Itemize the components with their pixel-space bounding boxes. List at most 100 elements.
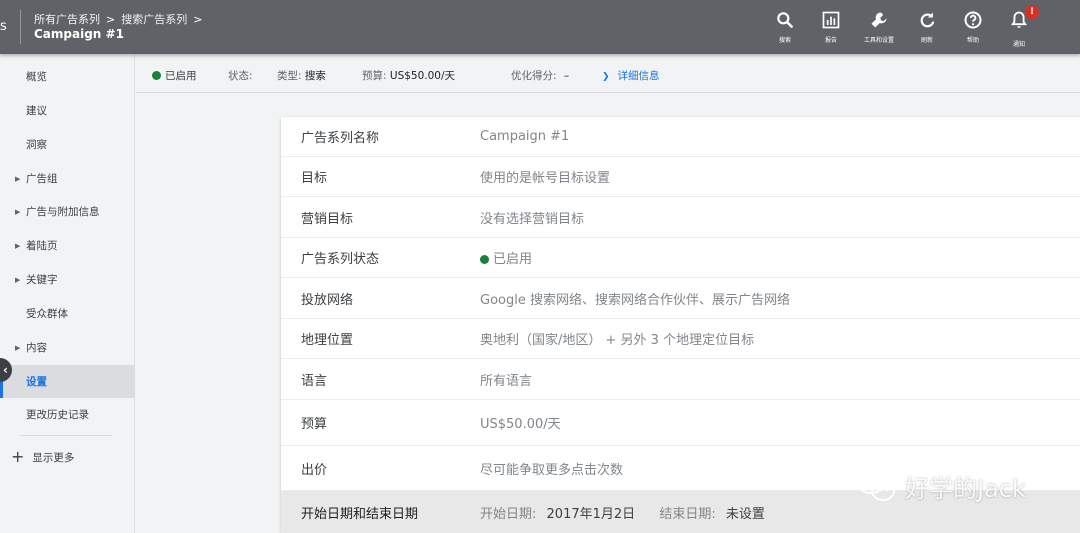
setting-value: Google 搜索网络、搜索网络合作伙伴、展示广告网络: [480, 292, 790, 308]
expand-arrow-icon: ▶: [15, 241, 21, 250]
sidebar-item-label: 建议: [26, 105, 47, 117]
sidebar-item-settings[interactable]: 设置: [0, 365, 135, 398]
sidebar-item-label: 关键字: [26, 274, 58, 286]
optimization-label: 优化得分:: [511, 70, 557, 82]
sidebar-item-ad-groups[interactable]: ▶ 广告组: [0, 162, 135, 195]
show-more-label: 显示更多: [32, 451, 75, 464]
breadcrumb-separator: >: [106, 12, 116, 26]
setting-value: 尽可能争取更多点击次数: [480, 462, 624, 478]
end-date-label: 结束日期:: [659, 506, 716, 522]
watermark-text: 好学的Jack: [905, 474, 1026, 503]
sidebar-item-label: 内容: [26, 342, 47, 354]
show-more-button[interactable]: + 显示更多: [11, 449, 74, 465]
setting-value: Campaign #1: [480, 129, 570, 144]
setting-row-campaign-name[interactable]: 广告系列名称 Campaign #1: [281, 117, 1080, 157]
sidebar-item-landing-pages[interactable]: ▶ 着陆页: [0, 229, 135, 262]
header-tools: 搜索 报告 工具和设置 刷新 帮助 ! 通知: [762, 5, 1042, 48]
setting-value: 使用的是帐号目标设置: [480, 171, 611, 186]
tools-settings-button[interactable]: 工具和设置: [854, 10, 904, 48]
reports-tool-button[interactable]: 报告: [808, 10, 854, 48]
setting-label: 投放网络: [301, 292, 354, 308]
notifications-tool-label: 通知: [1012, 41, 1025, 48]
refresh-tool-button[interactable]: 刷新: [904, 10, 950, 48]
type-info: 类型: 搜索: [277, 68, 326, 83]
sidebar-item-label: 着陆页: [26, 240, 58, 252]
setting-row-campaign-status[interactable]: 广告系列状态 已启用: [281, 238, 1080, 278]
sidebar-item-label: 受众群体: [26, 308, 68, 320]
budget-value: US$50.00/天: [389, 70, 456, 82]
sidebar-item-change-history[interactable]: 更改历史记录: [0, 398, 135, 431]
setting-row-networks[interactable]: 投放网络 Google 搜索网络、搜索网络合作伙伴、展示广告网络: [281, 278, 1080, 319]
plus-icon: +: [11, 447, 25, 466]
help-icon: [964, 11, 982, 29]
top-header: s 所有广告系列 > 搜索广告系列 > Campaign #1 搜索 报告 工具…: [0, 0, 1080, 54]
sidebar-item-label: 概览: [26, 71, 47, 83]
expand-arrow-icon: ▶: [15, 207, 21, 216]
details-link[interactable]: ❯ 详细信息: [602, 68, 660, 83]
refresh-icon: [920, 12, 935, 28]
enabled-dot-icon: [480, 255, 489, 264]
sidebar-item-label: 广告与附加信息: [26, 206, 100, 218]
sidebar-item-insights[interactable]: 洞察: [0, 128, 135, 161]
campaign-status-bar: 已启用 状态: 类型: 搜索 预算: US$50.00/天 优化得分: – ❯ 详…: [136, 54, 1080, 93]
sidebar-item-keywords[interactable]: ▶ 关键字: [0, 263, 135, 296]
setting-value: 没有选择营销目标: [480, 211, 585, 227]
sidebar-item-recommendations[interactable]: 建议: [0, 94, 135, 127]
setting-value-status: 已启用: [480, 248, 532, 267]
help-tool-label: 帮助: [966, 37, 979, 44]
enabled-text: 已启用: [165, 70, 197, 82]
setting-value: US$50.00/天: [480, 417, 561, 432]
search-tool-button[interactable]: 搜索: [762, 10, 808, 48]
sidebar: 概览 建议 洞察 ▶ 广告组 ▶ 广告与附加信息 ▶ 着陆页 ▶ 关键字 受众群…: [0, 54, 135, 533]
setting-row-marketing-objective[interactable]: 营销目标 没有选择营销目标: [281, 197, 1080, 238]
setting-label: 出价: [301, 462, 328, 478]
setting-label: 广告系列名称: [301, 131, 380, 146]
setting-value: 已启用: [493, 252, 533, 267]
breadcrumb-all-campaigns[interactable]: 所有广告系列: [34, 11, 100, 27]
setting-row-languages[interactable]: 语言 所有语言: [281, 359, 1080, 400]
expand-arrow-icon: ▶: [15, 343, 21, 352]
setting-value: 奥地利（国家/地区） + 另外 3 个地理定位目标: [480, 333, 755, 348]
setting-row-goals[interactable]: 目标 使用的是帐号目标设置: [281, 157, 1080, 197]
budget-label: 预算:: [362, 70, 387, 82]
refresh-tool-label: 刷新: [920, 37, 933, 44]
wrench-icon: [871, 12, 887, 28]
reports-tool-label: 报告: [824, 37, 837, 44]
help-tool-button[interactable]: 帮助: [950, 10, 996, 48]
header-divider: [20, 10, 21, 44]
wechat-logo-icon: [856, 470, 895, 501]
sidebar-item-audiences[interactable]: 受众群体: [0, 297, 135, 330]
sidebar-item-label: 洞察: [26, 139, 47, 151]
sidebar-item-content[interactable]: ▶ 内容: [0, 331, 135, 364]
tools-settings-label: 工具和设置: [863, 37, 894, 44]
search-tool-label: 搜索: [778, 37, 791, 44]
setting-row-budget[interactable]: 预算 US$50.00/天: [281, 400, 1080, 446]
type-value: 搜索: [304, 70, 326, 82]
breadcrumb-separator: >: [193, 12, 203, 26]
notifications-icon-wrap: !: [1009, 5, 1039, 34]
breadcrumb: 所有广告系列 > 搜索广告系列 >: [34, 11, 204, 27]
setting-label: 营销目标: [301, 211, 354, 227]
chevron-left-icon: ‹: [3, 363, 8, 377]
type-label: 类型:: [277, 70, 302, 82]
optimization-info: 优化得分: –: [511, 68, 569, 83]
notifications-tool-button[interactable]: ! 通知: [996, 5, 1042, 48]
enabled-dot-icon: [152, 71, 161, 80]
setting-value: 所有语言: [480, 373, 533, 389]
campaign-title[interactable]: Campaign #1: [34, 27, 124, 41]
sidebar-item-label: 更改历史记录: [26, 409, 89, 421]
breadcrumb-search-campaigns[interactable]: 搜索广告系列: [121, 11, 187, 27]
setting-label: 语言: [301, 373, 328, 389]
setting-row-locations[interactable]: 地理位置 奥地利（国家/地区） + 另外 3 个地理定位目标: [281, 319, 1080, 359]
sidebar-item-ads-extensions[interactable]: ▶ 广告与附加信息: [0, 195, 135, 228]
campaign-enabled-status[interactable]: 已启用: [152, 68, 197, 83]
reports-icon: [822, 11, 840, 29]
setting-label: 开始日期和结束日期: [301, 506, 419, 522]
watermark: 好学的Jack: [855, 468, 1026, 504]
sidebar-item-label: 广告组: [26, 173, 58, 185]
sidebar-divider: [20, 435, 112, 436]
chevron-down-icon: ❯: [602, 72, 610, 82]
sidebar-item-overview[interactable]: 概览: [0, 60, 135, 93]
budget-info: 预算: US$50.00/天: [362, 68, 455, 83]
end-date-value: 未设置: [725, 506, 765, 522]
